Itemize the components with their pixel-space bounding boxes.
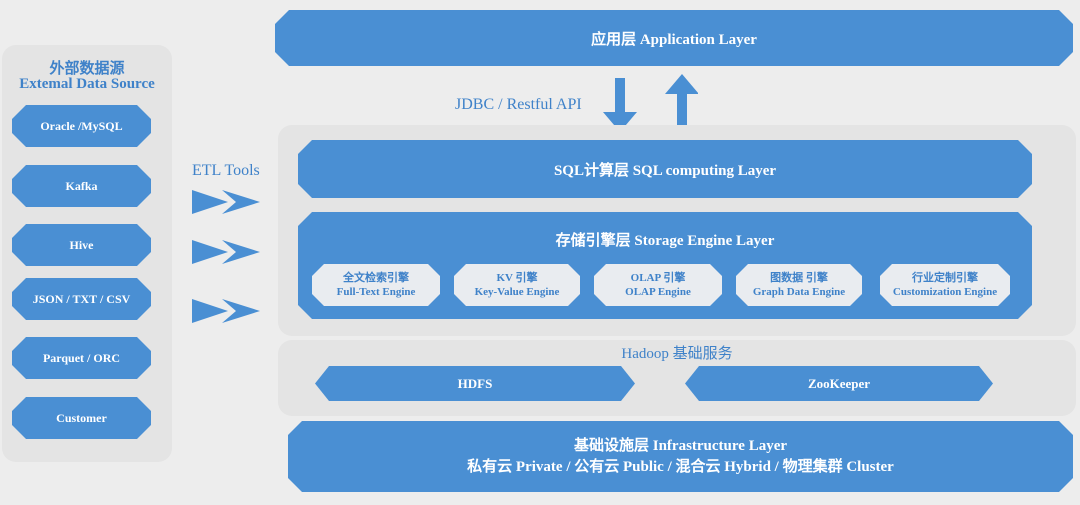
engine-graph-data: 图数据 引擎 Graph Data Engine	[736, 264, 862, 306]
engine-cn: 图数据 引擎	[770, 272, 828, 284]
engine-key-value: KV 引擎 Key-Value Engine	[454, 264, 580, 306]
engine-cn: OLAP 引擎	[630, 272, 686, 284]
service-hdfs: HDFS	[315, 366, 635, 401]
service-zookeeper: ZooKeeper	[685, 366, 993, 401]
external-title-cn: 外部数据源	[49, 61, 125, 77]
application-layer: 应用层 Application Layer	[275, 10, 1073, 66]
source-json-txt-csv: JSON / TXT / CSV	[12, 278, 151, 320]
source-kafka: Kafka	[12, 165, 151, 207]
engine-cn: 行业定制引擎	[912, 272, 978, 284]
sql-computing-layer: SQL计算层 SQL computing Layer	[298, 140, 1032, 198]
infrastructure-title: 基础设施层 Infrastructure Layer	[573, 437, 788, 454]
engine-en: OLAP Engine	[625, 286, 691, 298]
source-oracle-mysql: Oracle /MySQL	[12, 105, 151, 147]
hadoop-title: Hadoop 基础服务	[621, 346, 733, 362]
source-parquet-orc: Parquet / ORC	[12, 337, 151, 379]
etl-tools-label: ETL Tools	[192, 162, 260, 179]
engine-cn: KV 引擎	[496, 272, 538, 284]
source-customer: Customer	[12, 397, 151, 439]
infrastructure-subtitle: 私有云 Private / 公有云 Public / 混合云 Hybrid / …	[467, 458, 894, 475]
engine-en: Customization Engine	[892, 286, 998, 298]
etl-arrows-icon	[192, 190, 260, 323]
engine-en: Graph Data Engine	[752, 286, 846, 298]
infrastructure-layer: 基础设施层 Infrastructure Layer 私有云 Private /…	[288, 421, 1073, 492]
engine-en: Key-Value Engine	[474, 286, 560, 298]
engine-cn: 全文检索引擎	[343, 272, 409, 284]
source-hive: Hive	[12, 224, 151, 266]
engine-olap: OLAP 引擎 OLAP Engine	[594, 264, 722, 306]
external-title-en: Extemal Data Source	[19, 76, 155, 92]
api-label: JDBC / Restful API	[455, 96, 582, 113]
storage-engine-title: 存储引擎层 Storage Engine Layer	[555, 233, 775, 249]
engine-full-text: 全文检索引擎 Full-Text Engine	[312, 264, 440, 306]
engine-customization: 行业定制引擎 Customization Engine	[880, 264, 1010, 306]
engine-en: Full-Text Engine	[336, 286, 416, 298]
